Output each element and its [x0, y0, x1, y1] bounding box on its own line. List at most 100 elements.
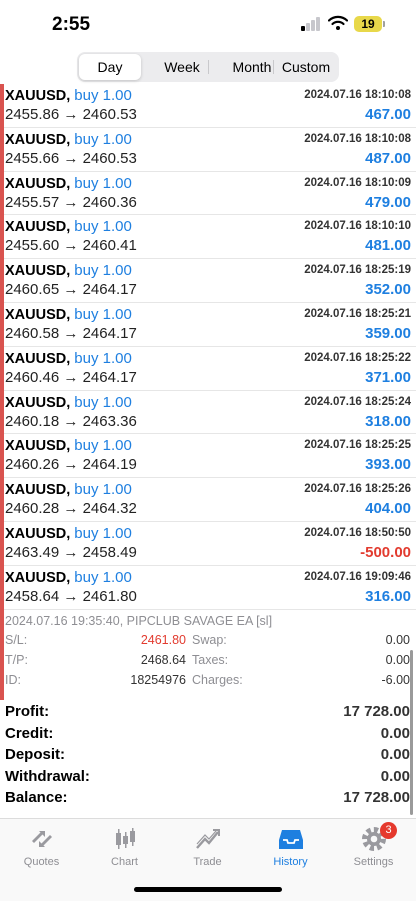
tab-label: History [273, 856, 308, 868]
open-price: 2460.28 [5, 500, 60, 518]
arrow-icon: → [63, 324, 79, 342]
tab-trade[interactable]: Trade [166, 825, 249, 868]
deal-symbol: XAUUSD, buy 1.00 [5, 394, 132, 411]
battery-icon: 19 [354, 16, 382, 32]
deal-symbol: XAUUSD, buy 1.00 [5, 306, 132, 323]
symbol-text: XAUUSD, [5, 482, 71, 499]
open-price: 2463.49 [5, 543, 60, 561]
summary-label: Profit: [5, 703, 50, 720]
deal-direction: buy 1.00 [74, 218, 132, 236]
deal-symbol: XAUUSD, buy 1.00 [5, 87, 132, 104]
arrow-icon: → [63, 281, 79, 299]
sl-value: 2461.80 [140, 632, 186, 647]
deal-row[interactable]: XAUUSD, buy 1.00 2024.07.16 18:25:19 2460.… [4, 259, 416, 303]
taxes-label: Taxes: [192, 652, 229, 667]
deal-row[interactable]: XAUUSD, buy 1.00 2024.07.16 18:25:21 2460.… [4, 303, 416, 347]
tab-label: Quotes [23, 856, 60, 868]
summary-label: Balance: [5, 789, 68, 806]
quotes-icon [31, 831, 52, 847]
period-selector: Day Month Week Custom [77, 52, 339, 82]
arrow-icon: → [63, 412, 79, 430]
deal-row[interactable]: XAUUSD, buy 1.00 2024.07.16 18:10:10 2455.… [4, 215, 416, 260]
summary-value: 17 728.00 [343, 789, 410, 806]
symbol-text: XAUUSD, [5, 175, 71, 192]
deal-direction: buy 1.00 [74, 305, 132, 323]
tab-custom[interactable]: Custom [274, 54, 338, 80]
deal-time: 2024.07.16 18:25:25 [304, 439, 411, 452]
charges-value: -6.00 [381, 672, 411, 687]
summary-row-balance: Balance: 17 728.00 [0, 789, 416, 811]
deal-row[interactable]: XAUUSD, buy 1.00 2024.07.16 18:25:22 2460.… [4, 347, 416, 391]
open-price: 2460.65 [5, 281, 60, 299]
close-price: 2464.19 [82, 456, 137, 474]
close-price: 2461.80 [82, 587, 137, 605]
deal-profit: 352.00 [365, 281, 411, 299]
deal-prices: 2455.86 → 2460.53 [5, 106, 137, 123]
deal-time: 2024.07.16 18:25:21 [304, 307, 411, 320]
deal-direction: buy 1.00 [74, 393, 132, 411]
summary-label: Withdrawal: [5, 767, 90, 785]
open-price: 2455.86 [5, 106, 60, 123]
deal-profit: 487.00 [365, 149, 411, 167]
deal-direction: buy 1.00 [74, 87, 132, 104]
deal-profit: 316.00 [365, 587, 411, 605]
tab-history[interactable]: History [249, 825, 332, 868]
symbol-text: XAUUSD, [5, 88, 71, 104]
tab-quotes[interactable]: Quotes [0, 825, 83, 868]
deal-prices: 2463.49 → 2458.49 [5, 544, 137, 561]
close-price: 2458.49 [82, 543, 137, 561]
open-price: 2460.58 [5, 324, 60, 342]
deal-list[interactable]: XAUUSD, buy 1.00 2024.07.16 18:10:08 2455.… [0, 84, 416, 700]
tab-chart[interactable]: Chart [83, 825, 166, 868]
deal-row[interactable]: XAUUSD, buy 1.00 2024.07.16 18:25:25 2460.… [4, 434, 416, 479]
deal-profit: 481.00 [365, 237, 411, 255]
deal-direction: buy 1.00 [74, 130, 132, 148]
deal-row[interactable]: XAUUSD, buy 1.00 2024.07.16 18:10:08 2455.… [4, 128, 416, 172]
summary-row-withdrawal: Withdrawal: 0.00 [0, 768, 416, 790]
tab-day[interactable]: Day [79, 54, 141, 80]
deal-profit: -500.00 [360, 543, 411, 561]
segment-divider [273, 60, 274, 74]
deal-details: 2024.07.16 19:35:40, PIPCLUB SAVAGE EA [… [4, 610, 416, 695]
deal-symbol: XAUUSD, buy 1.00 [5, 350, 132, 367]
tab-label: Chart [111, 856, 138, 868]
segment-divider [208, 60, 209, 74]
deal-prices: 2460.58 → 2464.17 [5, 325, 137, 342]
deal-prices: 2460.26 → 2464.19 [5, 456, 137, 473]
battery-tip [383, 21, 385, 27]
tab-settings[interactable]: 3 Settings [332, 822, 415, 868]
symbol-text: XAUUSD, [5, 131, 71, 148]
id-label: ID: [5, 672, 21, 687]
summary-value: 0.00 [380, 746, 410, 763]
deal-row[interactable]: XAUUSD, buy 1.00 2024.07.16 18:25:24 2460.… [4, 391, 416, 435]
deal-profit: 318.00 [365, 412, 411, 430]
symbol-text: XAUUSD, [5, 350, 71, 367]
deal-row[interactable]: XAUUSD, buy 1.00 2024.07.16 18:25:26 2460.… [4, 478, 416, 522]
tab-label: Trade [193, 856, 222, 868]
deal-symbol: XAUUSD, buy 1.00 [5, 437, 132, 454]
symbol-text: XAUUSD, [5, 306, 71, 323]
deal-row[interactable]: XAUUSD, buy 1.00 2024.07.16 18:10:08 2455.… [4, 84, 416, 128]
deal-symbol: XAUUSD, buy 1.00 [5, 218, 132, 235]
account-summary: Profit: 17 728.00 Credit: 0.00 Deposit: 0.0… [0, 703, 416, 811]
deal-row[interactable]: XAUUSD, buy 1.00 2024.07.16 19:09:46 2458.… [4, 566, 416, 610]
open-price: 2458.64 [5, 587, 60, 605]
deal-time: 2024.07.16 18:10:10 [304, 220, 411, 233]
inbox-icon [278, 830, 303, 849]
symbol-text: XAUUSD, [5, 525, 71, 542]
clock: 2:55 [52, 14, 91, 35]
deal-row[interactable]: XAUUSD, buy 1.00 2024.07.16 18:50:50 2463.… [4, 522, 416, 566]
deal-row[interactable]: XAUUSD, buy 1.00 2024.07.16 18:10:09 2455.… [4, 172, 416, 216]
deal-direction: buy 1.00 [74, 568, 132, 586]
taxes-value: 0.00 [385, 652, 410, 667]
close-price: 2460.53 [82, 149, 137, 167]
tab-week[interactable]: Week [151, 54, 213, 80]
open-price: 2455.66 [5, 149, 60, 167]
arrow-icon: → [63, 500, 79, 518]
deal-profit: 479.00 [365, 193, 411, 211]
sl-label: S/L: [5, 632, 28, 647]
deal-time: 2024.07.16 18:25:24 [304, 395, 411, 408]
summary-row-deposit: Deposit: 0.00 [0, 746, 416, 768]
deal-direction: buy 1.00 [74, 437, 132, 455]
symbol-text: XAUUSD, [5, 569, 71, 586]
